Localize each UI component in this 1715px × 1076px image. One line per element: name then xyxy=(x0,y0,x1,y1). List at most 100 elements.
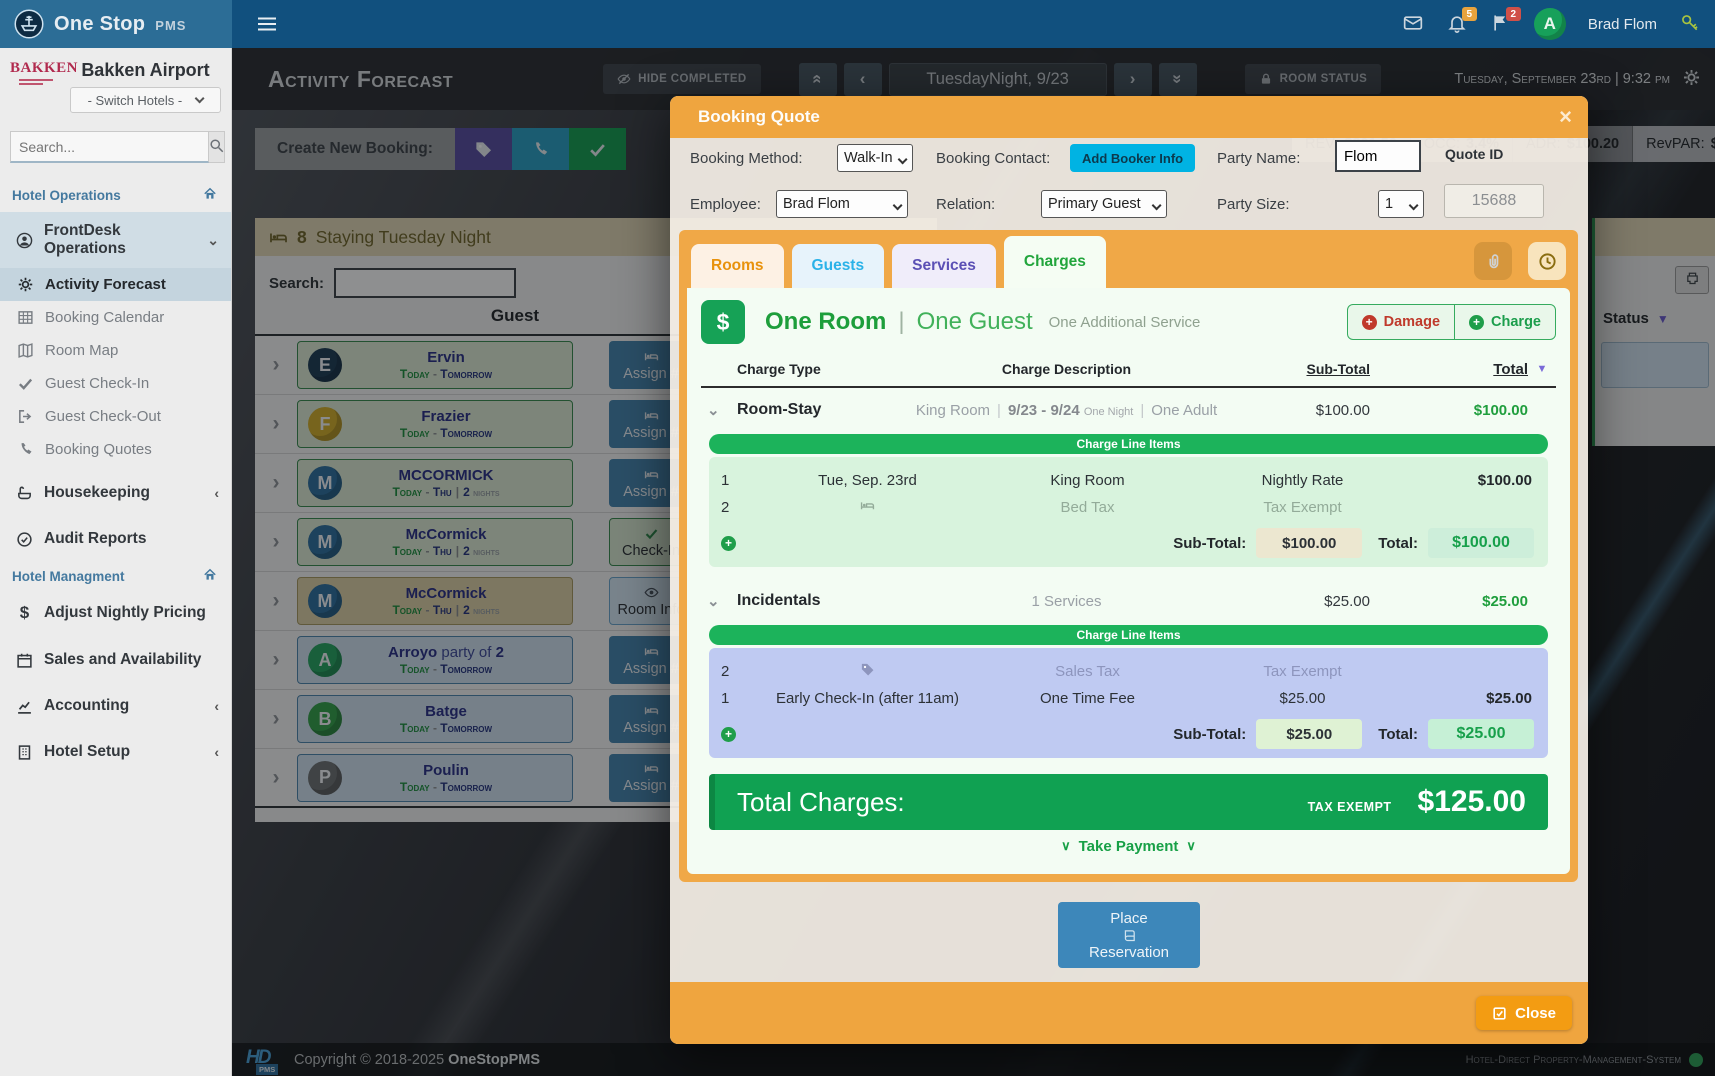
bed-icon xyxy=(755,498,980,517)
tab-rooms[interactable]: Rooms xyxy=(691,244,784,288)
brand-area: One Stop PMS xyxy=(0,0,232,48)
section-hotel-management: Hotel Managment xyxy=(0,558,231,593)
party-size-label: Party Size: xyxy=(1217,196,1290,213)
booking-contact-label: Booking Contact: xyxy=(936,150,1050,167)
hotel-name: Bakken Airport xyxy=(70,60,221,81)
add-booker-info-button[interactable]: Add Booker Info xyxy=(1070,144,1195,172)
sidebar-group-accounting[interactable]: Accounting‹ xyxy=(0,687,231,725)
sidebar-item-activity-forecast[interactable]: Activity Forecast xyxy=(0,268,231,301)
sign-out-icon xyxy=(17,408,34,425)
sidebar-item-audit-reports[interactable]: Audit Reports xyxy=(0,520,231,558)
booking-quote-modal: Booking Quote × Booking Method: Walk-In … xyxy=(670,96,1588,1044)
collapse-chevron-icon[interactable]: ⌄ xyxy=(701,401,737,419)
sidebar-group-hotel-setup[interactable]: Hotel Setup‹ xyxy=(0,733,231,771)
calendar-grid-icon xyxy=(17,309,34,326)
party-size-select[interactable]: 1 xyxy=(1378,190,1424,218)
tab-guests[interactable]: Guests xyxy=(792,244,885,288)
bakken-logo-tagline xyxy=(19,79,53,85)
sidebar-item-sales-and-availability[interactable]: Sales and Availability xyxy=(0,641,231,679)
relation-select[interactable]: Primary Guest xyxy=(1041,190,1167,218)
column-total[interactable]: Total xyxy=(1370,361,1528,378)
book-icon xyxy=(1122,928,1137,943)
chevron-left-icon: ‹ xyxy=(214,744,219,760)
bakken-logo: BAKKEN xyxy=(10,60,62,87)
modal-title: Booking Quote xyxy=(698,107,820,127)
key-icon[interactable] xyxy=(1679,13,1701,35)
summary-services: One Additional Service xyxy=(1049,314,1201,331)
chevron-down-icon xyxy=(195,93,205,103)
sidebar-search-input[interactable] xyxy=(10,131,209,163)
sort-desc-icon[interactable]: ▼ xyxy=(1528,363,1556,375)
charges-summary-row: $ One Room | One Guest One Additional Se… xyxy=(701,298,1556,346)
tab-charges[interactable]: Charges xyxy=(1004,236,1106,288)
add-damage-button[interactable]: Damage xyxy=(1348,305,1455,339)
menu-toggle-icon[interactable] xyxy=(254,11,280,37)
column-charge-description: Charge Description xyxy=(913,361,1220,377)
line-total: $100.00 xyxy=(1428,528,1534,558)
home-icon xyxy=(203,187,217,204)
notifications-bell-icon[interactable]: 5 xyxy=(1446,13,1468,35)
sidebar-item-guest-check-in[interactable]: Guest Check-In xyxy=(0,367,231,400)
place-reservation-button[interactable]: Place Reservation xyxy=(1058,902,1200,968)
chevron-down-icon: ∨ xyxy=(1186,838,1196,854)
booking-form: Booking Method: Walk-In Booking Contact:… xyxy=(670,138,1588,234)
modal-footer: Close xyxy=(670,982,1588,1044)
take-payment-toggle[interactable]: ∨ Take Payment ∨ xyxy=(701,834,1556,858)
total-charges-bar: Total Charges: Tax Exempt $125.00 xyxy=(709,774,1548,830)
line-item-row: 2 Bed Tax Tax Exempt xyxy=(721,494,1536,521)
add-line-item-icon[interactable] xyxy=(721,536,736,551)
search-icon[interactable] xyxy=(209,131,225,163)
plus-circle-icon xyxy=(1362,315,1377,330)
switch-hotels-select[interactable]: - Switch Hotels - xyxy=(70,87,221,113)
sidebar-item-guest-check-out[interactable]: Guest Check-Out xyxy=(0,400,231,433)
sidebar-group-housekeeping[interactable]: Housekeeping‹ xyxy=(0,474,231,512)
sidebar-item-booking-calendar[interactable]: Booking Calendar xyxy=(0,301,231,334)
sidebar-item-room-map[interactable]: Room Map xyxy=(0,334,231,367)
charge-row-room-stay: ⌄ Room-Stay King Room|9/23 - 9/24 One Ni… xyxy=(701,388,1556,432)
user-avatar[interactable]: A xyxy=(1534,8,1566,40)
mail-icon[interactable] xyxy=(1402,13,1424,35)
flag-icon[interactable]: 2 xyxy=(1490,13,1512,35)
app-logo-icon xyxy=(14,9,44,39)
sidebar-item-booking-quotes[interactable]: Booking Quotes xyxy=(0,433,231,466)
attachment-paperclip-icon[interactable] xyxy=(1474,242,1512,280)
check-square-icon xyxy=(1492,1006,1507,1021)
booking-method-select[interactable]: Walk-In xyxy=(837,144,913,172)
modal-header: Booking Quote × xyxy=(670,96,1588,138)
close-icon[interactable]: × xyxy=(1559,106,1572,128)
column-charge-type: Charge Type xyxy=(737,361,913,377)
charges-table-header: Charge Type Charge Description Sub-Total… xyxy=(701,352,1556,386)
tax-exempt-badge: Tax Exempt xyxy=(1308,800,1392,814)
column-sub-total[interactable]: Sub-Total xyxy=(1220,361,1370,377)
sidebar-item-adjust-nightly-pricing[interactable]: $Adjust Nightly Pricing xyxy=(0,593,231,633)
user-name[interactable]: Brad Flom xyxy=(1588,16,1657,33)
tag-icon xyxy=(755,662,980,681)
line-item-row: 2 Sales Tax Tax Exempt xyxy=(721,658,1536,685)
charge-actions-group: Damage Charge xyxy=(1347,304,1556,340)
close-button[interactable]: Close xyxy=(1476,996,1572,1030)
chevron-left-icon: ‹ xyxy=(214,485,219,501)
line-item-row: 1 Early Check-In (after 11am) One Time F… xyxy=(721,685,1536,712)
summary-rooms: One Room xyxy=(765,308,886,336)
grand-total: $125.00 xyxy=(1418,785,1526,819)
chevron-down-icon: ∨ xyxy=(1061,838,1071,854)
booking-method-label: Booking Method: xyxy=(690,150,803,167)
add-charge-button[interactable]: Charge xyxy=(1455,305,1555,339)
party-name-input[interactable] xyxy=(1335,140,1421,172)
phone-icon xyxy=(17,441,34,458)
history-clock-icon[interactable] xyxy=(1528,242,1566,280)
chart-line-icon xyxy=(16,698,33,715)
charge-row-incidentals: ⌄ Incidentals 1 Services $25.00 $25.00 xyxy=(701,579,1556,623)
sidebar-group-frontdesk-operations[interactable]: FrontDesk Operations ⌄ xyxy=(0,212,231,268)
line-subtotal: $25.00 xyxy=(1256,719,1362,749)
add-line-item-icon[interactable] xyxy=(721,727,736,742)
home-icon xyxy=(203,568,217,585)
tab-services[interactable]: Services xyxy=(892,244,996,288)
line-items-header: Charge Line Items xyxy=(709,625,1548,645)
collapse-chevron-icon[interactable]: ⌄ xyxy=(701,592,737,610)
quote-id-value: 15688 xyxy=(1444,184,1544,218)
brand-suffix: PMS xyxy=(155,18,186,33)
employee-select[interactable]: Brad Flom xyxy=(776,190,908,218)
check-icon xyxy=(17,375,34,392)
section-hotel-operations: Hotel Operations xyxy=(0,177,231,212)
